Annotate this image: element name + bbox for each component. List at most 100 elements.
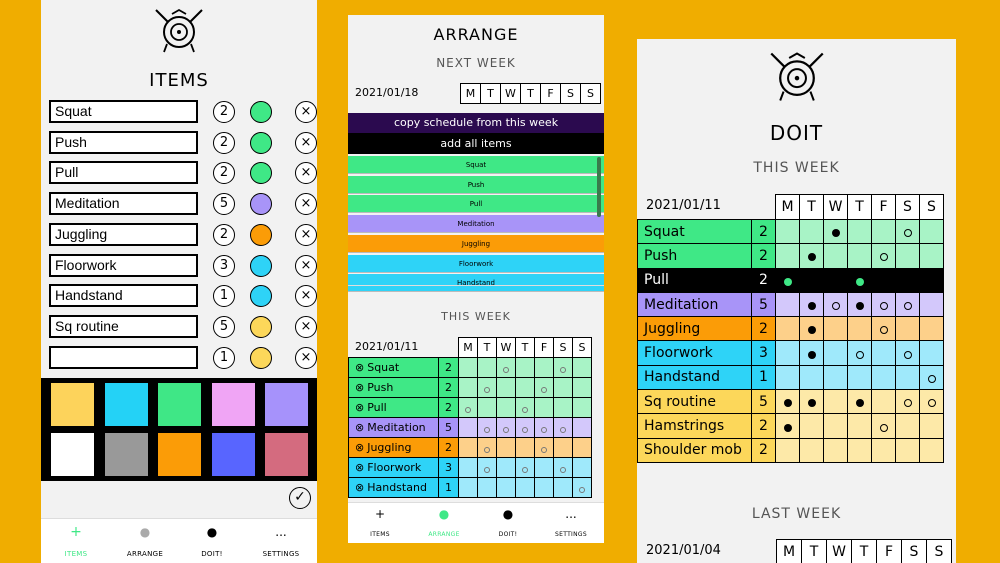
day-cell[interactable] (515, 457, 535, 478)
palette-color[interactable] (265, 383, 308, 426)
day-cell[interactable] (895, 243, 920, 269)
day-cell[interactable] (534, 397, 554, 418)
day-cell[interactable] (871, 340, 896, 366)
day-cell[interactable] (871, 413, 896, 439)
day-cell[interactable] (458, 417, 478, 438)
item-name-input[interactable]: Sq routine (49, 314, 198, 338)
day-cell[interactable] (534, 377, 554, 398)
palette-color[interactable] (211, 433, 255, 476)
day-cell[interactable] (847, 437, 872, 463)
item-color-swatch[interactable] (250, 193, 272, 216)
tab-arrange[interactable]: ● ARRANGE (422, 503, 466, 543)
day-cell[interactable] (847, 243, 872, 269)
day-cell[interactable] (553, 417, 573, 438)
day-cell[interactable] (477, 357, 497, 378)
day-cell[interactable] (919, 243, 944, 269)
day-cell[interactable] (871, 389, 896, 415)
arrange-item[interactable]: Floorwork (348, 254, 604, 273)
day-cell[interactable] (496, 357, 516, 378)
day-cell[interactable] (477, 417, 497, 438)
day-cell[interactable] (895, 218, 920, 245)
day-cell[interactable] (515, 357, 535, 378)
day-cell[interactable] (477, 397, 497, 418)
tab-settings[interactable]: ... SETTINGS (257, 519, 305, 563)
day-cell[interactable] (458, 377, 478, 398)
tab-doit[interactable]: ● DOIT! (191, 519, 233, 563)
day-cell[interactable] (534, 357, 554, 378)
delete-item-button[interactable]: × (295, 285, 317, 308)
day-cell[interactable] (799, 316, 824, 342)
day-cell[interactable] (775, 364, 800, 391)
item-name-input[interactable]: Meditation (49, 192, 198, 216)
scrollbar[interactable] (597, 157, 601, 217)
day-cell[interactable] (823, 340, 848, 366)
day-cell[interactable] (572, 457, 592, 478)
day-cell[interactable] (477, 457, 497, 478)
day-cell[interactable] (895, 413, 920, 439)
day-cell[interactable] (919, 364, 944, 391)
day-cell[interactable] (847, 291, 872, 318)
day-cell[interactable] (823, 413, 848, 439)
item-count[interactable]: 2 (213, 101, 235, 123)
item-name-input[interactable]: Push (49, 130, 198, 154)
day-cell[interactable] (775, 316, 800, 342)
day-cell[interactable] (515, 377, 535, 398)
day-cell[interactable] (871, 364, 896, 391)
day-cell[interactable] (919, 267, 944, 293)
copy-schedule-button[interactable]: copy schedule from this week (348, 113, 604, 133)
tab-settings[interactable]: ... SETTINGS (548, 503, 594, 543)
day-cell[interactable] (895, 316, 920, 342)
day-cell[interactable] (895, 267, 920, 293)
day-cell[interactable] (847, 389, 872, 415)
palette-color[interactable] (158, 433, 201, 476)
day-cell[interactable] (775, 389, 800, 415)
day-cell[interactable] (847, 316, 872, 342)
palette-color[interactable] (265, 433, 308, 476)
day-cell[interactable] (572, 417, 592, 438)
delete-item-button[interactable]: × (295, 223, 317, 246)
day-cell[interactable] (799, 243, 824, 269)
day-cell[interactable] (477, 437, 497, 458)
delete-item-button[interactable]: × (295, 101, 317, 123)
day-cell[interactable] (823, 437, 848, 463)
day-cell[interactable] (572, 397, 592, 418)
arrange-item[interactable]: Meditation (348, 215, 604, 234)
day-cell[interactable] (775, 340, 800, 366)
item-color-swatch[interactable] (250, 254, 272, 277)
day-cell[interactable] (553, 457, 573, 478)
item-count[interactable]: 5 (213, 315, 235, 338)
item-color-swatch[interactable] (250, 285, 272, 308)
day-cell[interactable] (553, 357, 573, 378)
palette-color[interactable] (158, 383, 201, 426)
item-color-swatch[interactable] (250, 315, 272, 338)
item-name-input[interactable]: Juggling (49, 222, 198, 246)
day-cell[interactable] (496, 457, 516, 478)
day-cell[interactable] (799, 291, 824, 318)
day-cell[interactable] (871, 267, 896, 293)
day-cell[interactable] (895, 291, 920, 318)
item-color-swatch[interactable] (250, 223, 272, 246)
palette-color[interactable] (51, 433, 94, 476)
remove-circle-icon[interactable]: ⊗ (355, 381, 364, 394)
day-cell[interactable] (919, 389, 944, 415)
day-cell[interactable] (458, 357, 478, 378)
day-cell[interactable] (799, 389, 824, 415)
day-cell[interactable] (515, 397, 535, 418)
day-cell[interactable] (553, 437, 573, 458)
day-cell[interactable] (496, 397, 516, 418)
delete-item-button[interactable]: × (295, 131, 317, 154)
delete-item-button[interactable]: × (295, 162, 317, 185)
palette-color[interactable] (211, 383, 255, 426)
remove-circle-icon[interactable]: ⊗ (355, 421, 364, 434)
day-cell[interactable] (799, 340, 824, 366)
remove-circle-icon[interactable]: ⊗ (355, 361, 364, 374)
day-cell[interactable] (847, 267, 872, 293)
day-cell[interactable] (572, 357, 592, 378)
day-cell[interactable] (458, 437, 478, 458)
day-cell[interactable] (871, 218, 896, 245)
day-cell[interactable] (775, 218, 800, 245)
day-cell[interactable] (823, 364, 848, 391)
day-cell[interactable] (775, 267, 800, 293)
add-all-items-button[interactable]: add all items (348, 133, 604, 154)
item-count[interactable]: 2 (213, 223, 235, 246)
